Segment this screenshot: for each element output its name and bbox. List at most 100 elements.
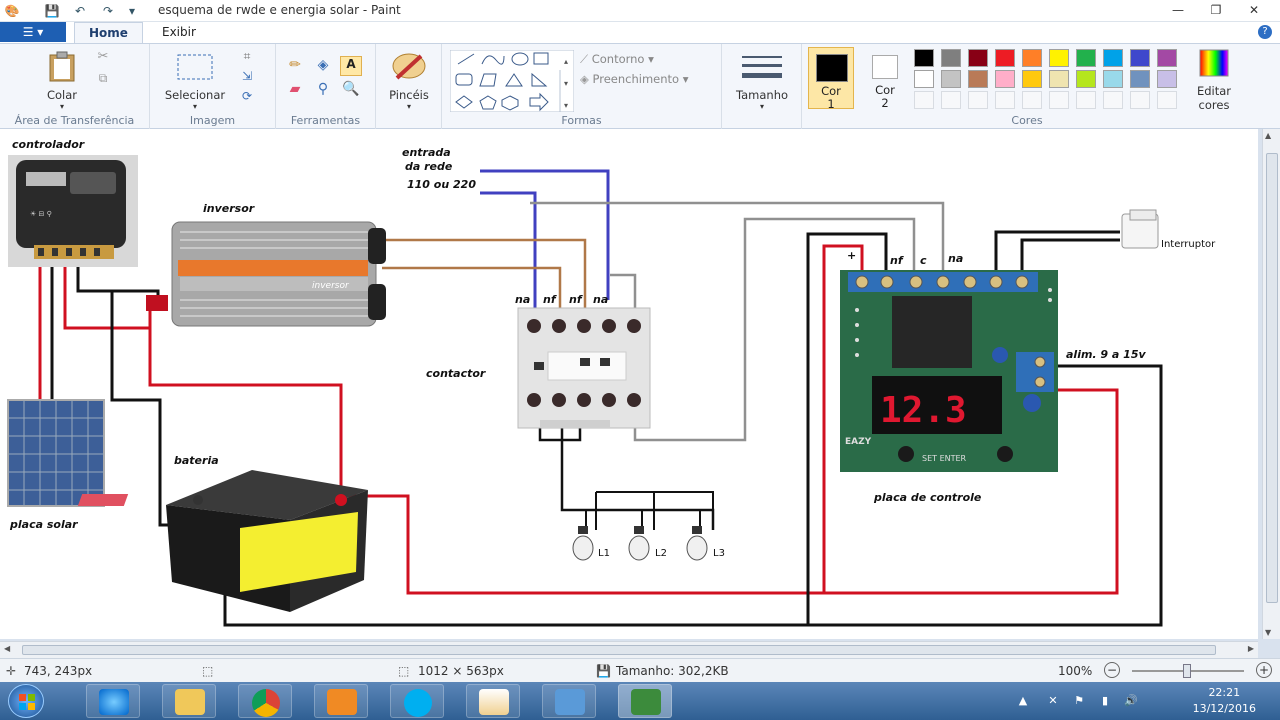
brushes-button[interactable]: Pincéis ▾ [382, 50, 436, 111]
color2-button[interactable]: Cor 2 [862, 47, 908, 110]
tray-expand-icon[interactable]: ▲ [1016, 694, 1030, 708]
svg-text:▾: ▾ [564, 101, 568, 110]
magnifier-icon[interactable]: 🔍 [340, 80, 362, 100]
paste-button[interactable]: Colar ▾ [40, 50, 84, 111]
vertical-scrollbar[interactable]: ▲ ▼ [1262, 129, 1280, 639]
scroll-down-icon[interactable]: ▼ [1265, 628, 1271, 637]
palette-swatch[interactable] [1103, 70, 1123, 88]
help-icon[interactable]: ? [1258, 25, 1272, 39]
horizontal-scrollbar[interactable]: ◀ ▶ [0, 641, 1258, 658]
eraser-icon[interactable]: ▰ [284, 80, 306, 100]
cut-icon[interactable]: ✂ [92, 48, 114, 68]
palette-swatch[interactable] [1076, 49, 1096, 67]
screen-app-icon [555, 689, 585, 715]
zoom-slider-thumb[interactable] [1183, 664, 1191, 678]
save-icon[interactable]: 💾 [44, 3, 60, 19]
maximize-button[interactable]: ❐ [1200, 0, 1232, 20]
palette-swatch[interactable] [914, 70, 934, 88]
label-contactor-na-1: na [515, 293, 530, 306]
palette-swatch[interactable] [1049, 49, 1069, 67]
color-picker-icon[interactable]: ⚲ [312, 80, 334, 100]
tray-signal-icon[interactable]: ▮ [1098, 694, 1112, 708]
redo-icon[interactable]: ↷ [100, 3, 116, 19]
taskbar-media[interactable] [314, 684, 368, 718]
paint-app-icon[interactable]: 🎨 [4, 3, 20, 19]
outline-dropdown[interactable]: ⟋ Contorno ▾ [580, 52, 654, 67]
customize-quick-access-icon[interactable]: ▾ [124, 3, 140, 19]
palette-swatch[interactable] [1022, 49, 1042, 67]
file-menu-button[interactable]: ☰ ▾ [0, 22, 66, 42]
palette-swatch[interactable] [1157, 49, 1177, 67]
custom-color-slot[interactable] [995, 91, 1015, 109]
taskbar-chrome[interactable] [238, 684, 292, 718]
custom-color-slot[interactable] [1103, 91, 1123, 109]
close-button[interactable]: ✕ [1238, 0, 1270, 20]
palette-swatch[interactable] [968, 49, 988, 67]
select-button[interactable]: Selecionar ▾ [160, 52, 230, 111]
tray-flag-icon[interactable]: ⚑ [1072, 694, 1086, 708]
palette-swatch[interactable] [995, 70, 1015, 88]
tab-view[interactable]: Exibir [148, 22, 210, 43]
custom-color-slot[interactable] [914, 91, 934, 109]
undo-icon[interactable]: ↶ [72, 3, 88, 19]
crop-icon[interactable]: ⌗ [236, 48, 258, 68]
pencil-icon[interactable]: ✏ [284, 56, 306, 76]
palette-swatch[interactable] [1130, 49, 1150, 67]
edit-colors-button[interactable]: Editar cores [1186, 48, 1242, 112]
palette-swatch[interactable] [1022, 70, 1042, 88]
vertical-scroll-thumb[interactable] [1266, 153, 1278, 603]
custom-color-slot[interactable] [1049, 91, 1069, 109]
resize-icon[interactable]: ⇲ [236, 68, 258, 88]
image-dimensions: 1012 × 563px [418, 664, 504, 678]
palette-swatch[interactable] [1076, 70, 1096, 88]
horizontal-scroll-thumb[interactable] [22, 645, 1216, 655]
palette-swatch[interactable] [968, 70, 988, 88]
shapes-gallery[interactable]: ▴ ▾ ▾ [450, 50, 574, 112]
color1-button[interactable]: Cor 1 [808, 47, 854, 111]
size-button[interactable]: Tamanho ▾ [732, 52, 792, 111]
scroll-left-icon[interactable]: ◀ [4, 644, 10, 653]
taskbar-explorer[interactable] [162, 684, 216, 718]
palette-swatch[interactable] [914, 49, 934, 67]
palette-swatch[interactable] [995, 49, 1015, 67]
taskbar-camtasia[interactable] [618, 684, 672, 718]
file-size: Tamanho: 302,2KB [616, 664, 729, 678]
tab-home[interactable]: Home [74, 22, 143, 43]
palette-swatch[interactable] [1130, 70, 1150, 88]
size-group: Tamanho ▾ [722, 44, 802, 129]
start-button[interactable] [8, 684, 44, 718]
tray-volume-icon[interactable]: 🔊 [1124, 694, 1138, 708]
fill-dropdown[interactable]: ◈ Preenchimento ▾ [580, 72, 689, 86]
scroll-up-icon[interactable]: ▲ [1265, 131, 1271, 140]
custom-color-slot[interactable] [1022, 91, 1042, 109]
copy-icon[interactable]: ⧉ [92, 70, 114, 90]
taskbar-paint[interactable] [466, 684, 520, 718]
custom-color-slot[interactable] [1076, 91, 1096, 109]
custom-color-slot[interactable] [941, 91, 961, 109]
taskbar-skype[interactable] [390, 684, 444, 718]
palette-swatch[interactable] [1103, 49, 1123, 67]
palette-swatch[interactable] [941, 49, 961, 67]
tray-network-icon[interactable]: ✕ [1046, 694, 1060, 708]
paste-dropdown-icon: ▾ [59, 102, 64, 111]
fill-bucket-icon[interactable]: ◈ [312, 56, 334, 76]
drawing-canvas[interactable]: ☀ ⊟ ⚲ inversor 12.3 EAZY SET ENTER contr… [0, 129, 1258, 639]
taskbar-ie[interactable] [86, 684, 140, 718]
taskbar-screen-app[interactable] [542, 684, 596, 718]
scroll-right-icon[interactable]: ▶ [1248, 644, 1254, 653]
system-clock[interactable]: 22:21 13/12/2016 [1193, 685, 1256, 717]
colors-group: Cor 1 Cor 2 Editar cores Cores [802, 44, 1252, 129]
palette-swatch[interactable] [941, 70, 961, 88]
palette-swatch[interactable] [1157, 70, 1177, 88]
zoom-in-button[interactable]: + [1256, 662, 1272, 678]
minimize-button[interactable]: — [1162, 0, 1194, 20]
palette-swatch[interactable] [1049, 70, 1069, 88]
custom-color-slot[interactable] [1157, 91, 1177, 109]
label-lamp-1: L1 [598, 548, 610, 559]
zoom-out-button[interactable]: − [1104, 662, 1120, 678]
text-tool-icon[interactable]: A [340, 56, 362, 76]
rotate-icon[interactable]: ⟳ [236, 88, 258, 108]
custom-color-slot[interactable] [1130, 91, 1150, 109]
custom-color-slot[interactable] [968, 91, 988, 109]
windows-logo-icon [19, 694, 35, 710]
